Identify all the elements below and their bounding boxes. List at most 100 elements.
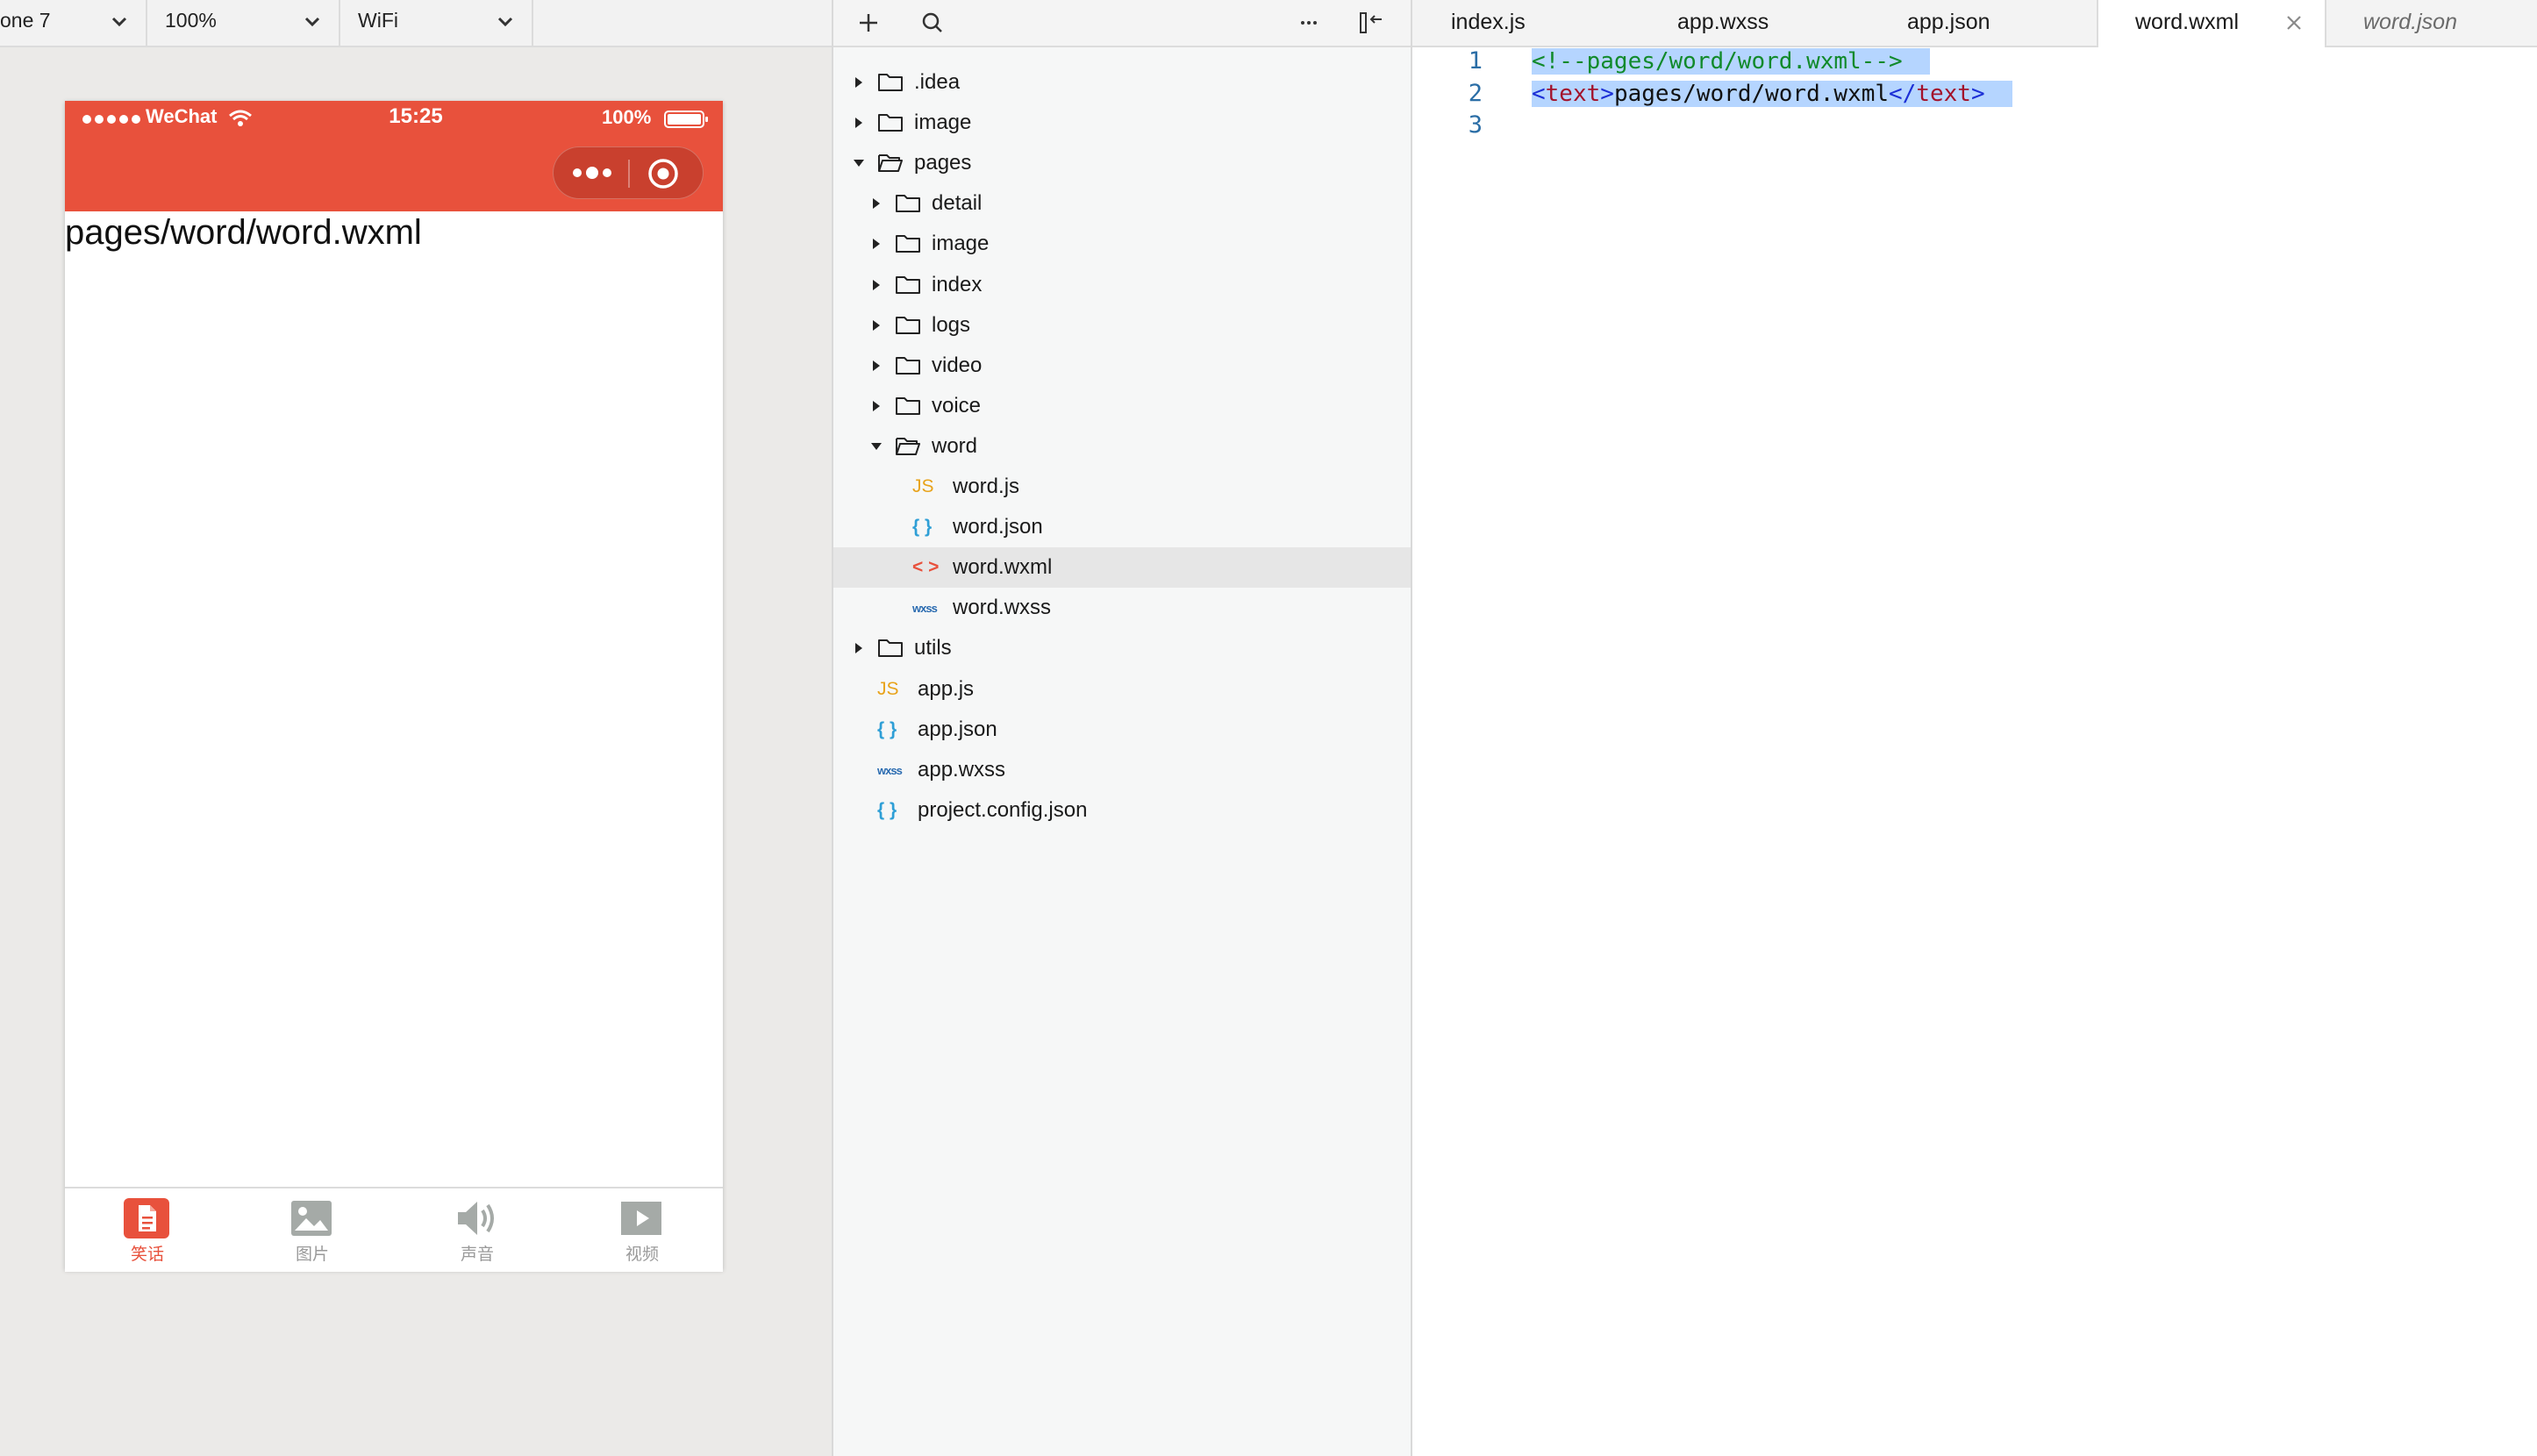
file-explorer: .idea image pages detail image index logs video…: [833, 0, 1412, 1456]
folder-row[interactable]: pages: [833, 143, 1411, 183]
folder-label: pages: [914, 151, 972, 175]
json-file-icon: { }: [912, 517, 933, 538]
folder-label: image: [914, 111, 972, 135]
tab-sound[interactable]: 声音: [395, 1188, 560, 1272]
code-line: <text>pages/word/word.wxml</text>: [1532, 80, 2012, 107]
tab-label: app.wxss: [1677, 10, 1769, 34]
code-editor: index.js app.wxss app.json word.wxml wor…: [1412, 0, 2537, 1456]
file-row[interactable]: wxss app.wxss: [833, 750, 1411, 790]
caret-right-icon[interactable]: [870, 359, 883, 373]
folder-icon: [896, 275, 920, 294]
zoom-select-value: 100%: [165, 9, 217, 32]
folder-label: index: [932, 272, 983, 296]
tab-label: word.json: [2363, 10, 2457, 34]
zoom-select[interactable]: 100%: [147, 0, 340, 46]
folder-icon: [896, 396, 920, 415]
tab-video-label: 视频: [625, 1245, 659, 1264]
wxml-file-icon: < >: [912, 557, 940, 578]
code-token: <!--pages/word/word.wxml-->: [1532, 48, 1903, 75]
file-label: word.json: [953, 515, 1043, 539]
tab-jokes[interactable]: 笑话: [65, 1188, 230, 1272]
caret-right-icon[interactable]: [870, 399, 883, 413]
tab-label: index.js: [1451, 10, 1526, 34]
tab-app-wxss[interactable]: app.wxss: [1632, 0, 1863, 46]
more-icon[interactable]: [1293, 7, 1325, 39]
network-select[interactable]: WiFi: [340, 0, 533, 46]
tab-word-wxml[interactable]: word.wxml: [2097, 0, 2326, 47]
code-token: text: [1916, 80, 1971, 107]
more-icon[interactable]: [571, 161, 613, 185]
wxss-file-icon: wxss: [912, 602, 938, 616]
file-row[interactable]: { } project.config.json: [833, 790, 1411, 831]
network-select-value: WiFi: [358, 9, 398, 32]
tab-app-json[interactable]: app.json: [1863, 0, 2097, 46]
simulator-toolbar: one 7 100% WiFi: [0, 0, 832, 47]
folder-row[interactable]: image: [833, 103, 1411, 143]
code-token: >: [1600, 80, 1614, 107]
folder-label: detail: [932, 191, 983, 216]
folder-row[interactable]: word: [833, 426, 1411, 467]
folder-row[interactable]: logs: [833, 305, 1411, 346]
folder-row[interactable]: voice: [833, 386, 1411, 426]
folder-label: word: [932, 433, 978, 458]
line-number: 1: [1468, 47, 1483, 75]
folder-label: .idea: [914, 70, 961, 94]
video-icon: [621, 1202, 661, 1235]
tab-index-js[interactable]: index.js: [1412, 0, 1632, 46]
js-file-icon: JS: [877, 678, 899, 699]
folder-row[interactable]: index: [833, 265, 1411, 305]
tab-word-json[interactable]: word.json: [2326, 0, 2537, 46]
caret-down-icon[interactable]: [853, 156, 865, 170]
folder-row[interactable]: .idea: [833, 62, 1411, 103]
code-token: text: [1545, 80, 1601, 107]
file-row[interactable]: < > word.wxml: [833, 547, 1411, 589]
chevron-down-icon: [111, 17, 127, 27]
chevron-down-icon: [304, 17, 320, 27]
file-row[interactable]: { } app.json: [833, 710, 1411, 750]
simulator-panel: one 7 100% WiFi WeChat 15:25 100% pages/…: [0, 0, 833, 1456]
close-miniprogram-icon[interactable]: [647, 157, 680, 190]
file-row[interactable]: wxss word.wxss: [833, 588, 1411, 628]
folder-row[interactable]: utils: [833, 628, 1411, 668]
page-content-text: pages/word/word.wxml: [65, 213, 422, 252]
device-select[interactable]: one 7: [0, 0, 147, 46]
tab-label: word.wxml: [2135, 10, 2240, 34]
file-label: project.config.json: [918, 797, 1088, 822]
caret-right-icon[interactable]: [870, 196, 883, 211]
caret-right-icon[interactable]: [870, 237, 883, 251]
folder-row[interactable]: image: [833, 224, 1411, 264]
folder-row[interactable]: detail: [833, 183, 1411, 224]
json-file-icon: { }: [877, 799, 897, 820]
code-token: </: [1889, 80, 1917, 107]
file-label: app.wxss: [918, 757, 1006, 782]
caret-right-icon[interactable]: [870, 318, 883, 332]
folder-icon: [896, 316, 920, 334]
folder-icon: [896, 195, 920, 213]
status-time: 15:25: [389, 104, 443, 128]
battery-percent: 100%: [602, 106, 652, 128]
collapse-panel-icon[interactable]: [1355, 7, 1387, 39]
file-row[interactable]: { } word.json: [833, 507, 1411, 547]
caret-down-icon[interactable]: [870, 439, 883, 453]
caret-right-icon[interactable]: [853, 116, 865, 130]
capsule-menu: [553, 146, 704, 199]
carrier-name: WeChat: [146, 105, 218, 127]
folder-label: voice: [932, 393, 982, 418]
tab-jokes-label: 笑话: [130, 1245, 164, 1264]
wxss-file-icon: wxss: [877, 763, 903, 777]
close-icon[interactable]: [2284, 13, 2304, 32]
tab-images[interactable]: 图片: [230, 1188, 395, 1272]
tab-video[interactable]: 视频: [560, 1188, 725, 1272]
folder-label: utils: [914, 636, 952, 660]
caret-right-icon[interactable]: [853, 641, 865, 655]
file-row[interactable]: JS word.js: [833, 467, 1411, 507]
file-row[interactable]: JS app.js: [833, 669, 1411, 710]
folder-label: image: [932, 232, 990, 256]
caret-right-icon[interactable]: [853, 75, 865, 89]
js-file-icon: JS: [912, 476, 934, 496]
search-icon[interactable]: [917, 7, 948, 39]
caret-right-icon[interactable]: [870, 278, 883, 292]
tab-sound-label: 声音: [460, 1245, 494, 1264]
add-icon[interactable]: [853, 7, 884, 39]
folder-row[interactable]: video: [833, 346, 1411, 386]
